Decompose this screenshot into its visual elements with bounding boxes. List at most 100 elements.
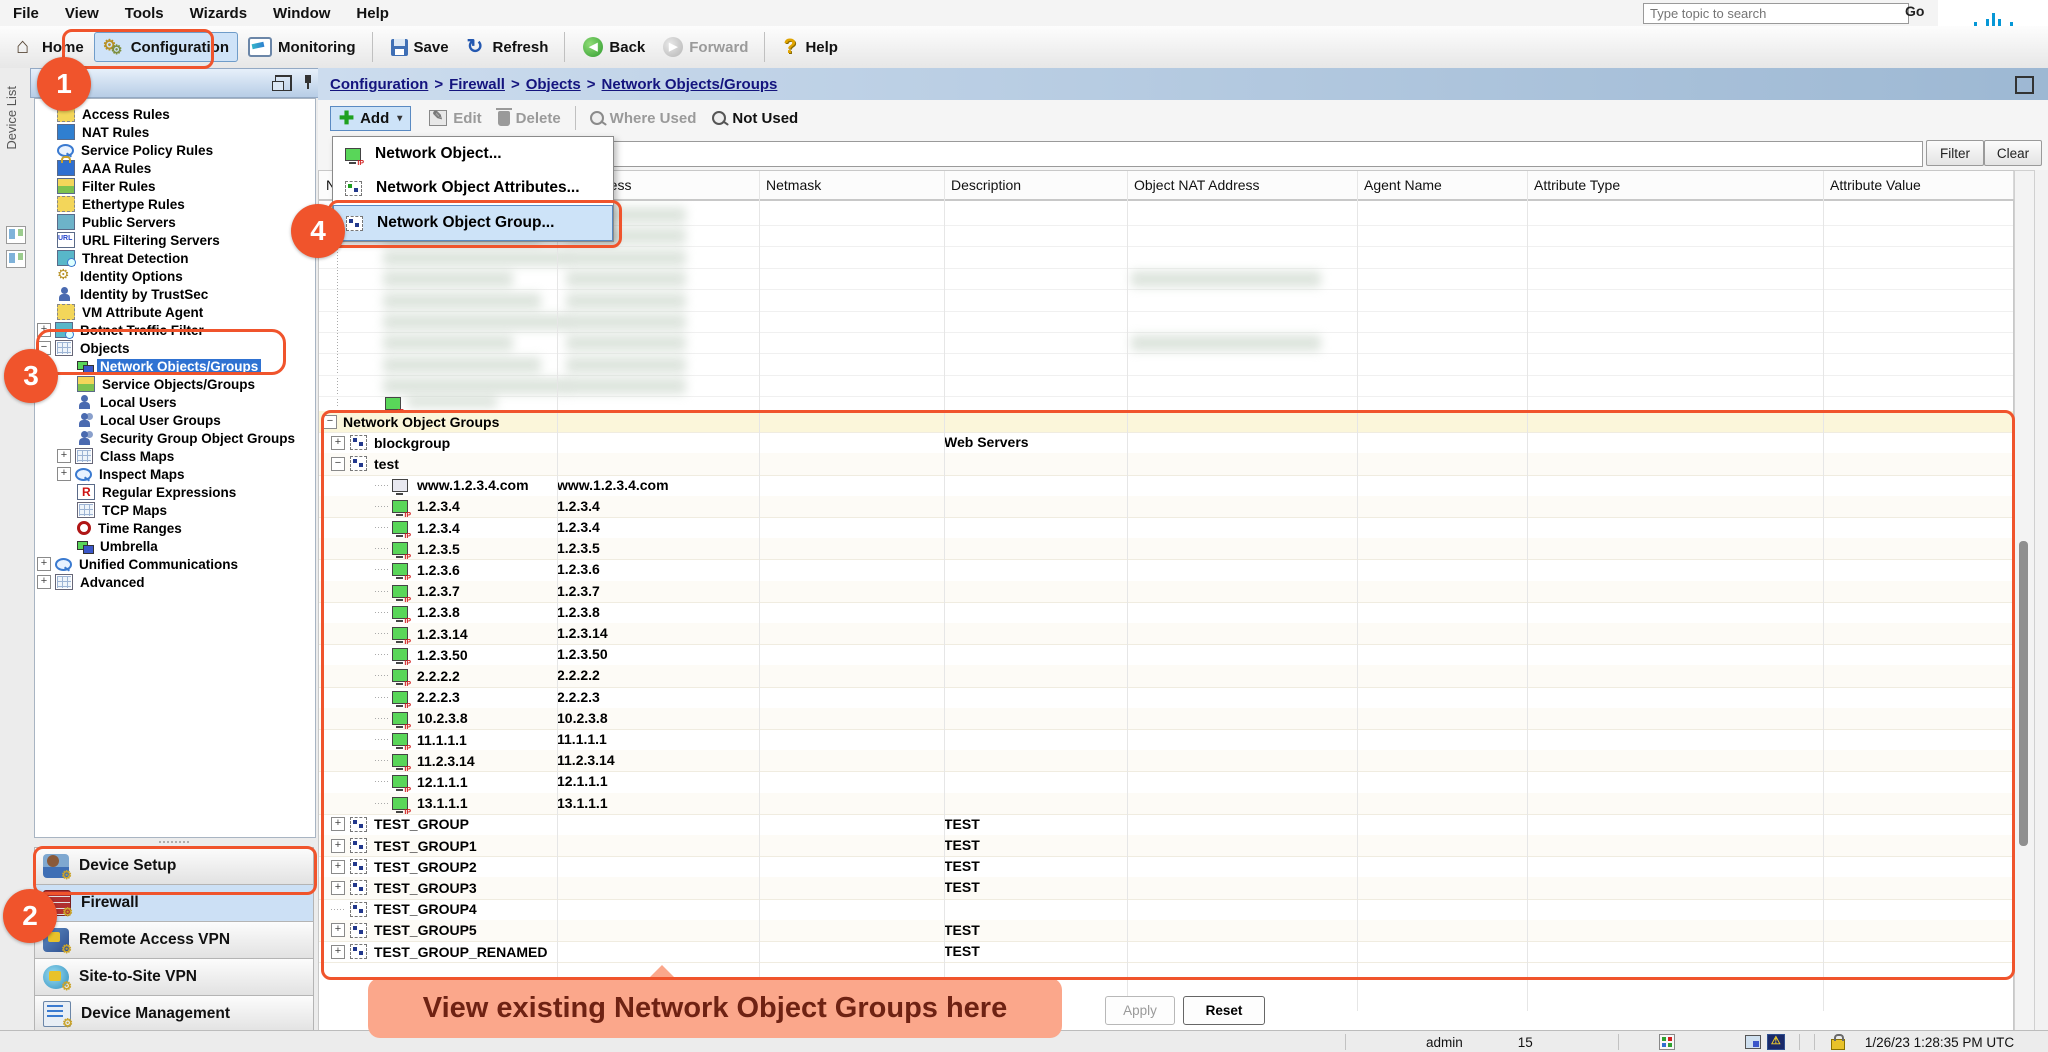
device-list-icon-2[interactable] [6,250,26,268]
expander-plus-icon[interactable]: + [331,817,345,831]
filter-button[interactable]: Filter [1926,140,1984,166]
breadcrumb-network-objects-groups[interactable]: Network Objects/Groups [602,76,778,93]
sidebar-item-inspect-maps[interactable]: +Inspect Maps [73,465,188,483]
table-row-12-1-1-1[interactable]: 12.1.1.112.1.1.1 [319,771,2013,793]
table-row-1-2-3-50[interactable]: 1.2.3.501.2.3.50 [319,644,2013,666]
sidebar-item-service-policy-rules[interactable]: Service Policy Rules [53,141,216,159]
sidebar-item-tcp-maps[interactable]: TCP Maps [73,501,170,519]
menu-tools[interactable]: Tools [112,5,177,22]
where-used-button[interactable]: Where Used [582,107,705,130]
expander-minus-icon[interactable]: − [323,415,337,429]
forward-button[interactable]: ▶Forward [655,33,756,61]
menu-item-network-object[interactable]: Network Object... [333,137,613,171]
table-row-2-2-2-3[interactable]: 2.2.2.32.2.2.3 [319,687,2013,709]
expander-plus-icon[interactable]: + [57,449,71,463]
menu-wizards[interactable]: Wizards [177,5,260,22]
table-row-2-2-2-2[interactable]: 2.2.2.22.2.2.2 [319,665,2013,687]
back-button[interactable]: ◀Back [575,33,653,61]
sidebar-item-local-users[interactable]: Local Users [73,393,180,411]
sidebar-item-public-servers[interactable]: Public Servers [53,213,179,231]
table-row-test[interactable]: −test [319,453,2013,475]
table-row-1-2-3-4[interactable]: 1.2.3.41.2.3.4 [319,496,2013,518]
breadcrumb-configuration[interactable]: Configuration [330,76,428,93]
sidebar-item-url-filtering-servers[interactable]: URL Filtering Servers [53,231,223,249]
configuration-button[interactable]: ⚙Configuration [94,32,238,62]
table-row-1-2-3-6[interactable]: 1.2.3.61.2.3.6 [319,559,2013,581]
sidebar-item-nat-rules[interactable]: NAT Rules [53,123,152,141]
save-button[interactable]: Save [383,35,457,60]
table-row-test-group4[interactable]: TEST_GROUP4 [319,899,2013,921]
column-header-netmask[interactable]: Netmask [759,171,945,199]
menu-window[interactable]: Window [260,5,343,22]
go-button[interactable]: Go [1905,3,1924,19]
not-used-button[interactable]: Not Used [704,107,806,130]
sidebar-item-identity-options[interactable]: Identity Options [53,267,186,285]
breadcrumb-objects[interactable]: Objects [526,76,581,93]
group-section-header[interactable]: − Network Object Groups [319,411,2013,433]
help-button[interactable]: ?Help [775,33,846,61]
column-header-description[interactable]: Description [944,171,1128,199]
reset-button[interactable]: Reset [1183,996,1265,1025]
sidebar-item-unified-communications[interactable]: +Unified Communications [53,555,241,573]
sidebar-item-service-objects-groups[interactable]: Service Objects/Groups [73,375,258,393]
sidebar-item-time-ranges[interactable]: Time Ranges [73,519,185,537]
expander-plus-icon[interactable]: + [331,839,345,853]
menu-file[interactable]: File [0,5,52,22]
expander-plus-icon[interactable]: + [37,575,51,589]
menu-item-network-object-group[interactable]: Network Object Group... [333,205,613,241]
sidebar-item-vm-attribute-agent[interactable]: VM Attribute Agent [53,303,206,321]
monitoring-button[interactable]: Monitoring [240,33,363,61]
maximize-pane-icon[interactable] [2015,76,2034,94]
home-button[interactable]: ⌂Home [8,34,92,60]
table-row-www-1-2-3-4-com[interactable]: www.1.2.3.4.comwww.1.2.3.4.com [319,475,2013,497]
menu-item-network-object-attributes[interactable]: Network Object Attributes... [333,171,613,205]
scrollbar-thumb[interactable] [2019,541,2028,846]
expander-plus-icon[interactable]: + [331,881,345,895]
table-row-test-group3[interactable]: +TEST_GROUP3TEST [319,877,2013,899]
sidebar-item-ethertype-rules[interactable]: Ethertype Rules [53,195,188,213]
sidebar-item-advanced[interactable]: +Advanced [53,573,148,591]
sidebar-item-class-maps[interactable]: +Class Maps [73,447,177,465]
nav-device-setup[interactable]: Device Setup [34,847,314,885]
edit-button[interactable]: Edit [421,107,489,130]
table-row-13-1-1-1[interactable]: 13.1.1.113.1.1.1 [319,793,2013,815]
expander-plus-icon[interactable]: + [37,557,51,571]
expander-plus-icon[interactable]: + [57,467,71,481]
table-row-test-group[interactable]: +TEST_GROUPTEST [319,814,2013,836]
column-header-agent-name[interactable]: Agent Name [1357,171,1528,199]
nav-remote-access-vpn[interactable]: Remote Access VPN [34,922,314,959]
table-row-test-group1[interactable]: +TEST_GROUP1TEST [319,835,2013,857]
table-row-1-2-3-5[interactable]: 1.2.3.51.2.3.5 [319,538,2013,560]
table-row-1-2-3-8[interactable]: 1.2.3.81.2.3.8 [319,602,2013,624]
table-row-11-1-1-1[interactable]: 11.1.1.111.1.1.1 [319,729,2013,751]
table-row-10-2-3-8[interactable]: 10.2.3.810.2.3.8 [319,708,2013,730]
clear-button[interactable]: Clear [1984,140,2042,166]
menu-view[interactable]: View [52,5,112,22]
sidebar-item-network-objects-groups[interactable]: Network Objects/Groups [73,357,261,375]
table-row-test-group-renamed[interactable]: +TEST_GROUP_RENAMEDTEST [319,941,2013,963]
sidebar-item-security-group-object-groups[interactable]: Security Group Object Groups [73,429,298,447]
expander-plus-icon[interactable]: + [37,323,51,337]
device-list-icon[interactable] [6,226,26,244]
nav-firewall[interactable]: Firewall [34,885,314,922]
sidebar-item-threat-detection[interactable]: Threat Detection [53,249,192,267]
expander-plus-icon[interactable]: + [331,923,345,937]
add-button[interactable]: ✚ Add▾ [330,106,411,131]
table-row-blockgroup[interactable]: +blockgroupWeb Servers [319,432,2013,454]
sidebar-item-identity-by-trustsec[interactable]: Identity by TrustSec [53,285,211,303]
refresh-button[interactable]: ↻Refresh [459,33,557,61]
topic-search-input[interactable] [1643,3,1909,24]
table-row-1-2-3-7[interactable]: 1.2.3.71.2.3.7 [319,581,2013,603]
sidebar-item-filter-rules[interactable]: Filter Rules [53,177,159,195]
nav-device-management[interactable]: Device Management [34,996,314,1033]
expander-plus-icon[interactable]: + [331,945,345,959]
table-vertical-scrollbar[interactable] [2014,170,2035,1042]
expander-plus-icon[interactable]: + [331,860,345,874]
filter-input[interactable] [565,141,1923,167]
menu-help[interactable]: Help [343,5,402,22]
float-panel-icon[interactable] [275,75,292,91]
sidebar-item-botnet-traffic-filter[interactable]: +Botnet Traffic Filter [53,321,207,339]
apply-button[interactable]: Apply [1105,996,1175,1025]
table-row-test-group2[interactable]: +TEST_GROUP2TEST [319,856,2013,878]
expander-minus-icon[interactable]: − [331,457,345,471]
